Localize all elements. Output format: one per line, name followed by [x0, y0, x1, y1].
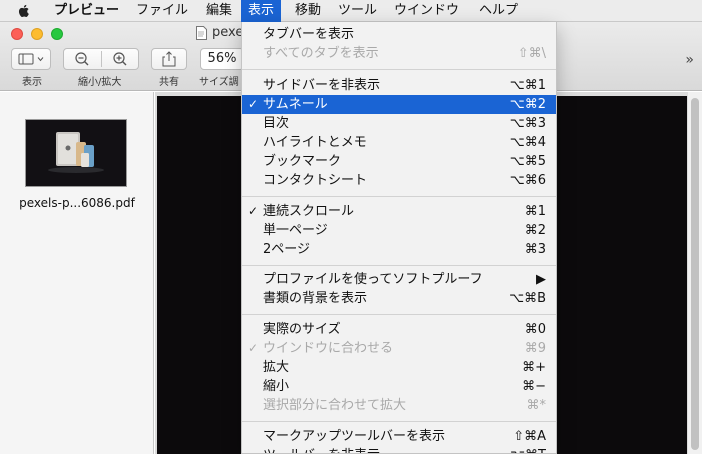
menu-item-show-all-tabs[interactable]: すべてのタブを表示 ⇧⌘\ — [242, 44, 556, 63]
page-thumbnail[interactable] — [25, 119, 127, 187]
menu-item-continuous-scroll[interactable]: ✓ 連続スクロール ⌘1 — [242, 202, 556, 221]
view-menu-dropdown: タブバーを表示 すべてのタブを表示 ⇧⌘\ サイドバーを非表示 ⌥⌘1 ✓ サムネール… — [241, 22, 557, 454]
menu-separator — [242, 314, 556, 315]
share-icon — [162, 51, 176, 67]
menu-item-zoom-to-selection[interactable]: 選択部分に合わせて拡大 ⌘* — [242, 396, 556, 415]
menu-item-two-pages[interactable]: 2ページ ⌘3 — [242, 240, 556, 259]
checkmark-icon: ✓ — [247, 341, 259, 355]
menu-go[interactable]: 移動 — [288, 0, 328, 22]
menu-item-thumbnails[interactable]: ✓ サムネール ⌥⌘2 — [242, 95, 556, 114]
submenu-arrow-icon: ▶ — [536, 272, 546, 287]
apple-icon[interactable] — [16, 3, 32, 19]
window-title: pexe — [212, 25, 244, 40]
menu-item-highlights-notes[interactable]: ハイライトとメモ ⌥⌘4 — [242, 133, 556, 152]
checkmark-icon: ✓ — [247, 97, 259, 111]
zoom-in-icon[interactable] — [102, 49, 139, 69]
menu-separator — [242, 196, 556, 197]
menu-separator — [242, 421, 556, 422]
checkmark-icon: ✓ — [247, 204, 259, 218]
menu-window[interactable]: ウインドウ — [387, 0, 466, 22]
document-icon — [196, 26, 207, 40]
menu-item-hide-toolbar[interactable]: ツールバーを非表示⌥⌘T — [242, 446, 556, 453]
zoom-label: 縮小/拡大 — [78, 77, 122, 88]
vertical-scrollbar[interactable] — [688, 92, 702, 454]
sidebar-view-label: 表示 — [22, 77, 42, 88]
menu-app-name[interactable]: プレビュー — [47, 0, 126, 22]
menu-item-show-tab-bar[interactable]: タブバーを表示 — [242, 25, 556, 44]
menu-item-single-page[interactable]: 単一ページ ⌘2 — [242, 221, 556, 240]
menu-edit[interactable]: 編集 — [199, 0, 239, 22]
sidebar-icon — [18, 53, 44, 65]
menu-item-bookmarks[interactable]: ブックマーク ⌥⌘5 — [242, 152, 556, 171]
thumbnail-sidebar: pexels-p...6086.pdf — [0, 92, 154, 454]
menu-item-zoom-out[interactable]: 縮小 ⌘− — [242, 377, 556, 396]
zoom-button[interactable] — [51, 28, 63, 40]
minimize-button[interactable] — [31, 28, 43, 40]
menu-item-soft-proof[interactable]: プロファイルを使ってソフトプルーフ ▶ — [242, 270, 556, 289]
menu-item-zoom-in[interactable]: 拡大 ⌘+ — [242, 358, 556, 377]
sidebar-view-button[interactable] — [11, 48, 51, 70]
share-label: 共有 — [159, 77, 179, 88]
share-button[interactable] — [151, 48, 187, 70]
menu-item-zoom-to-fit[interactable]: ✓ ウインドウに合わせる ⌘9 — [242, 339, 556, 358]
zoom-control — [63, 48, 139, 70]
menu-tools[interactable]: ツール — [331, 0, 384, 22]
menu-file[interactable]: ファイル — [129, 0, 195, 22]
menu-view[interactable]: 表示 — [241, 0, 282, 22]
scrollbar-thumb[interactable] — [691, 98, 699, 450]
zoom-percent-field[interactable]: 56% — [200, 48, 244, 70]
menu-separator — [242, 265, 556, 266]
menu-help[interactable]: ヘルプ — [472, 0, 525, 22]
menu-separator — [242, 69, 556, 70]
zoom-out-icon[interactable] — [64, 49, 101, 69]
menu-item-hide-sidebar[interactable]: サイドバーを非表示 ⌥⌘1 — [242, 76, 556, 95]
menu-item-contact-sheet[interactable]: コンタクトシート ⌥⌘6 — [242, 171, 556, 190]
toolbar-overflow-button[interactable]: » — [685, 52, 694, 68]
menu-item-show-document-background[interactable]: 書類の背景を表示 ⌥⌘B — [242, 289, 556, 308]
menu-bar: プレビュー ファイル 編集 表示 移動 ツール ウインドウ ヘルプ — [0, 0, 702, 22]
size-adjust-label: サイズ調 — [199, 77, 239, 88]
close-button[interactable] — [11, 28, 23, 40]
thumbnail-caption: pexels-p...6086.pdf — [19, 196, 135, 210]
menu-item-table-of-contents[interactable]: 目次 ⌥⌘3 — [242, 114, 556, 133]
menu-item-show-markup-toolbar[interactable]: マークアップツールバーを表示 ⇧⌘A — [242, 427, 556, 446]
thumbnail-image — [26, 120, 126, 186]
menu-item-actual-size[interactable]: 実際のサイズ ⌘0 — [242, 320, 556, 339]
